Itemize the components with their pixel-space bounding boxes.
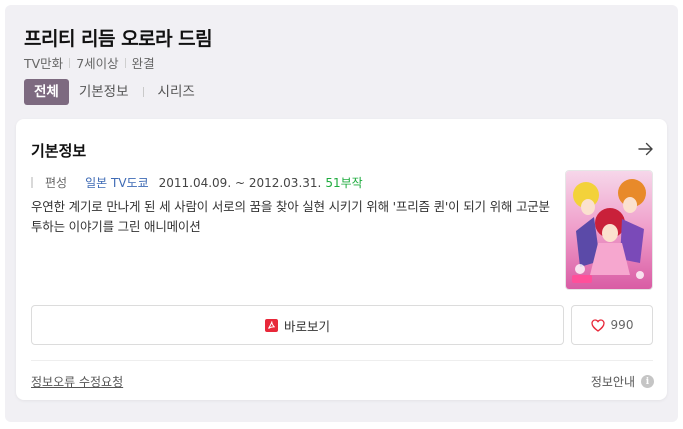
- tab-all[interactable]: 전체: [24, 79, 69, 105]
- watch-now-label: 바로보기: [283, 318, 330, 334]
- watch-now-button[interactable]: 바로보기: [31, 305, 564, 345]
- report-error-link[interactable]: 정보오류 수정요청: [31, 373, 123, 390]
- info-icon: i: [641, 375, 654, 388]
- heart-icon: [590, 318, 605, 332]
- arrow-right-icon[interactable]: [638, 142, 654, 156]
- episode-count: 51부작: [325, 176, 363, 190]
- poster-image[interactable]: [565, 170, 653, 290]
- meta-divider: [124, 57, 126, 68]
- like-button[interactable]: 990: [571, 305, 653, 345]
- card-divider: [31, 360, 653, 361]
- title-meta: TV만화 7세이상 완결: [24, 53, 155, 72]
- page-title: 프리티 리듬 오로라 드림: [24, 28, 213, 50]
- tab-series[interactable]: 시리즈: [148, 79, 205, 105]
- meta-status: 완결: [131, 56, 155, 71]
- basic-info-card: 기본정보 편성 일본 TV도쿄 2011.04.09. ~ 2012.03.31…: [16, 119, 667, 400]
- pdf-play-icon: [264, 318, 278, 332]
- info-guide-label: 정보안내: [590, 375, 635, 389]
- broadcast-info: 편성 일본 TV도쿄 2011.04.09. ~ 2012.03.31. 51부…: [31, 174, 363, 191]
- poster-art: [566, 171, 652, 289]
- meta-rating: 7세이상: [76, 56, 119, 71]
- meta-divider: [69, 57, 71, 68]
- card-title: 기본정보: [31, 142, 87, 160]
- content-panel: 프리티 리듬 오로라 드림 TV만화 7세이상 완결 전체 기본정보 시리즈 기…: [5, 5, 678, 422]
- tab-divider: [142, 87, 144, 97]
- info-bar: [31, 177, 33, 188]
- tab-bar: 전체 기본정보 시리즈: [24, 79, 205, 105]
- tab-basic-info[interactable]: 기본정보: [69, 79, 139, 105]
- synopsis: 우연한 계기로 만나게 된 세 사람이 서로의 꿈을 찾아 실현 시키기 위해 …: [31, 199, 550, 234]
- like-count: 990: [610, 318, 634, 332]
- broadcaster-link[interactable]: 일본 TV도쿄: [85, 174, 149, 191]
- info-guide-button[interactable]: 정보안내 i: [591, 373, 654, 390]
- broadcast-dates: 2011.04.09. ~ 2012.03.31.: [158, 175, 322, 190]
- meta-genre: TV만화: [24, 56, 64, 71]
- broadcast-label: 편성: [45, 176, 68, 190]
